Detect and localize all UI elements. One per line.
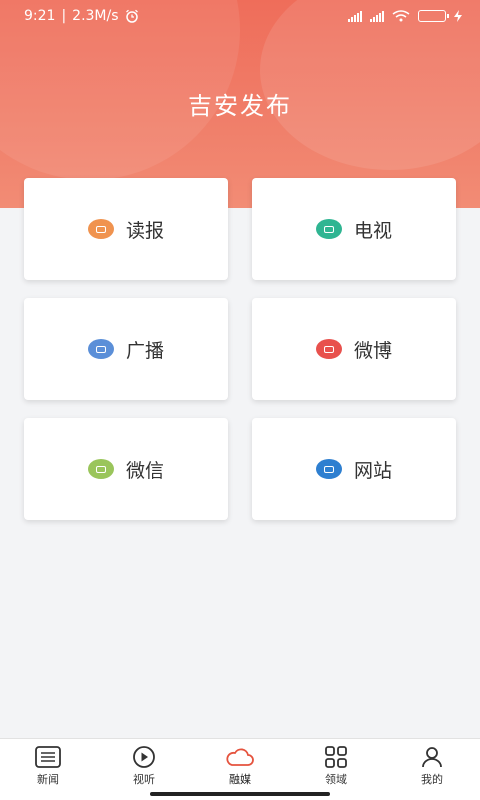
charging-icon bbox=[454, 10, 462, 22]
grid-icon bbox=[325, 746, 347, 768]
menu-card-newspaper[interactable]: 读报 bbox=[24, 178, 228, 280]
menu-card-label: 微信 bbox=[125, 459, 164, 482]
menu-card-radio[interactable]: 广播 bbox=[24, 298, 228, 400]
header: 9:21 | 2.3M/s 吉安发布 bbox=[0, 0, 480, 208]
alarm-icon bbox=[125, 9, 138, 23]
cloud-icon bbox=[226, 748, 254, 766]
tab-media[interactable]: 视听 bbox=[96, 745, 192, 787]
weibo-icon bbox=[315, 339, 342, 359]
newspaper-icon bbox=[87, 219, 114, 239]
tv-icon bbox=[315, 219, 342, 239]
menu-card-weibo[interactable]: 微博 bbox=[252, 298, 456, 400]
tab-label: 我的 bbox=[421, 773, 443, 786]
bottom-tab-bar: 新闻 视听 融媒 领域 我的 bbox=[0, 738, 480, 800]
home-indicator[interactable] bbox=[150, 792, 330, 796]
menu-card-label: 电视 bbox=[353, 219, 392, 242]
menu-card-label: 微博 bbox=[353, 339, 392, 362]
app-title: 吉安发布 bbox=[188, 92, 292, 120]
menu-card-label: 广播 bbox=[125, 339, 164, 362]
menu-card-label: 网站 bbox=[353, 459, 392, 482]
list-icon bbox=[35, 746, 61, 768]
tab-label: 融媒 bbox=[229, 773, 251, 786]
status-bar: 9:21 | 2.3M/s bbox=[0, 0, 480, 32]
signal-icon bbox=[370, 10, 384, 22]
menu-card-label: 读报 bbox=[125, 219, 164, 242]
menu-card-tv[interactable]: 电视 bbox=[252, 178, 456, 280]
menu-grid: 读报 电视 广播 微博 微信 网站 bbox=[24, 178, 456, 520]
user-icon bbox=[422, 747, 442, 768]
signal-icon bbox=[348, 10, 362, 22]
status-time: 9:21 bbox=[24, 8, 56, 24]
tab-label: 视听 bbox=[133, 773, 155, 786]
play-icon bbox=[133, 746, 155, 768]
tab-label: 领域 bbox=[325, 773, 347, 786]
status-divider: | bbox=[61, 8, 67, 24]
battery-icon bbox=[418, 10, 449, 22]
tab-label: 新闻 bbox=[37, 773, 59, 786]
menu-card-wechat[interactable]: 微信 bbox=[24, 418, 228, 520]
radio-icon bbox=[87, 339, 114, 359]
status-speed: 2.3M/s bbox=[72, 8, 119, 24]
tab-convergence[interactable]: 融媒 bbox=[192, 745, 288, 787]
globe-icon bbox=[315, 459, 342, 479]
menu-card-website[interactable]: 网站 bbox=[252, 418, 456, 520]
wifi-icon bbox=[392, 10, 410, 22]
tab-profile[interactable]: 我的 bbox=[384, 745, 480, 787]
tab-domains[interactable]: 领域 bbox=[288, 745, 384, 787]
wechat-icon bbox=[87, 459, 114, 479]
tab-news[interactable]: 新闻 bbox=[0, 745, 96, 787]
